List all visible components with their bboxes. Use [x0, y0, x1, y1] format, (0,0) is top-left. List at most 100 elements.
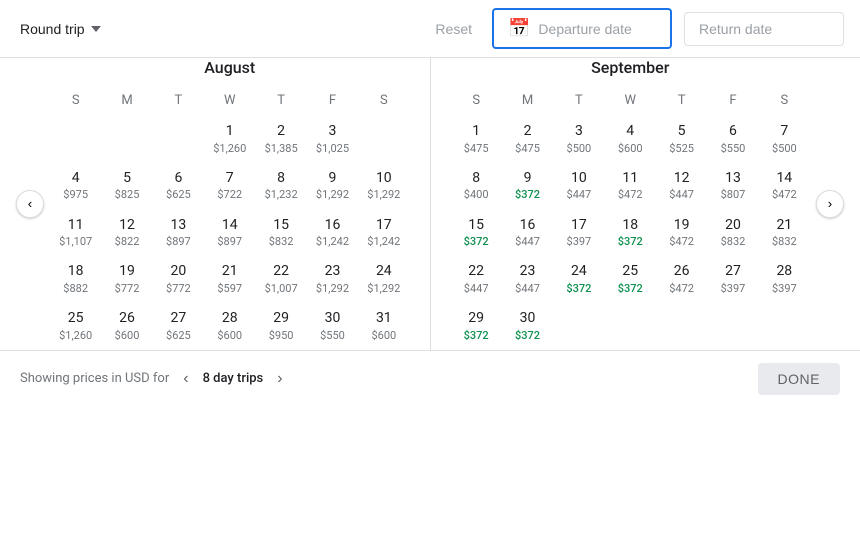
day-cell[interactable]: 16$1,242 [307, 210, 358, 255]
day-price: $400 [464, 188, 489, 201]
day-price: $1,242 [367, 235, 400, 248]
day-cell[interactable]: 14$472 [759, 163, 810, 208]
day-cell[interactable]: 22$1,007 [255, 256, 306, 301]
day-number: 6 [174, 169, 182, 189]
return-date-button[interactable]: Return date [684, 12, 844, 46]
day-cell[interactable]: 30$550 [307, 303, 358, 348]
day-cell[interactable]: 12$822 [101, 210, 152, 255]
prev-month-button[interactable]: ‹ [16, 190, 44, 218]
day-cell[interactable]: 26$472 [656, 256, 707, 301]
day-cell[interactable]: 23$1,292 [307, 256, 358, 301]
day-cell[interactable]: 5$825 [101, 163, 152, 208]
day-cell[interactable]: 10$447 [553, 163, 604, 208]
prev-duration-button[interactable]: ‹ [177, 368, 194, 390]
september-grid: SMTWTFS 1$4752$4753$5004$6005$5256$5507$… [451, 89, 811, 348]
day-price: $825 [115, 188, 140, 201]
day-cell[interactable]: 30$372 [502, 303, 553, 348]
day-cell[interactable]: 2$475 [502, 116, 553, 161]
day-number: 9 [329, 169, 337, 189]
day-cell[interactable]: 19$772 [101, 256, 152, 301]
day-cell[interactable]: 23$447 [502, 256, 553, 301]
day-number: 16 [325, 216, 341, 236]
day-cell[interactable]: 21$597 [204, 256, 255, 301]
day-cell [358, 116, 409, 161]
day-number: 10 [571, 169, 587, 189]
day-price: $475 [515, 142, 540, 155]
day-cell[interactable]: 11$472 [605, 163, 656, 208]
day-cell[interactable]: 3$500 [553, 116, 604, 161]
return-date-label: Return date [699, 21, 772, 37]
day-price: $372 [515, 329, 540, 342]
day-cell[interactable]: 28$600 [204, 303, 255, 348]
day-price: $600 [618, 142, 643, 155]
day-cell[interactable]: 4$600 [605, 116, 656, 161]
day-cell[interactable]: 3$1,025 [307, 116, 358, 161]
september-calendar: September SMTWTFS 1$4752$4753$5004$6005$… [431, 58, 831, 350]
day-cell[interactable]: 14$897 [204, 210, 255, 255]
day-number: 3 [575, 122, 583, 142]
day-cell[interactable]: 18$372 [605, 210, 656, 255]
departure-date-button[interactable]: 📅 Departure date [492, 8, 672, 49]
day-cell[interactable]: 25$372 [605, 256, 656, 301]
day-cell[interactable]: 15$372 [451, 210, 502, 255]
day-cell[interactable]: 13$897 [153, 210, 204, 255]
day-cell[interactable]: 13$807 [707, 163, 758, 208]
day-number: 21 [222, 262, 238, 282]
day-price: $397 [567, 235, 592, 248]
day-price: $625 [166, 188, 191, 201]
day-number: 19 [674, 216, 690, 236]
day-cell[interactable]: 24$372 [553, 256, 604, 301]
day-cell[interactable]: 9$1,292 [307, 163, 358, 208]
day-cell[interactable]: 2$1,385 [255, 116, 306, 161]
day-cell[interactable]: 12$447 [656, 163, 707, 208]
day-cell[interactable]: 7$500 [759, 116, 810, 161]
day-cell[interactable]: 28$397 [759, 256, 810, 301]
day-cell[interactable]: 4$975 [50, 163, 101, 208]
day-cell[interactable]: 15$832 [255, 210, 306, 255]
day-number: 26 [674, 262, 690, 282]
next-duration-button[interactable]: › [271, 368, 288, 390]
day-cell[interactable]: 27$625 [153, 303, 204, 348]
day-cell[interactable]: 1$1,260 [204, 116, 255, 161]
day-price: $397 [772, 282, 797, 295]
day-cell[interactable]: 16$447 [502, 210, 553, 255]
day-cell[interactable]: 27$397 [707, 256, 758, 301]
day-price: $625 [166, 329, 191, 342]
day-number: 5 [123, 169, 131, 189]
day-cell[interactable]: 8$1,232 [255, 163, 306, 208]
day-cell[interactable]: 7$722 [204, 163, 255, 208]
day-cell[interactable]: 18$882 [50, 256, 101, 301]
day-cell[interactable]: 11$1,107 [50, 210, 101, 255]
day-cell [101, 116, 152, 161]
day-cell[interactable]: 8$400 [451, 163, 502, 208]
day-cell[interactable]: 25$1,260 [50, 303, 101, 348]
day-cell[interactable]: 20$772 [153, 256, 204, 301]
day-cell[interactable]: 22$447 [451, 256, 502, 301]
day-cell[interactable]: 5$525 [656, 116, 707, 161]
day-cell[interactable]: 17$397 [553, 210, 604, 255]
day-cell[interactable]: 29$372 [451, 303, 502, 348]
day-cell[interactable]: 17$1,242 [358, 210, 409, 255]
day-cell[interactable]: 31$600 [358, 303, 409, 348]
day-price: $372 [464, 329, 489, 342]
round-trip-button[interactable]: Round trip [16, 13, 105, 45]
day-price: $1,292 [367, 188, 400, 201]
done-button[interactable]: DONE [758, 363, 840, 395]
day-cell[interactable]: 19$472 [656, 210, 707, 255]
day-cell[interactable]: 26$600 [101, 303, 152, 348]
august-day-headers: SMTWTFS [50, 89, 410, 112]
day-cell[interactable]: 9$372 [502, 163, 553, 208]
reset-button[interactable]: Reset [427, 13, 480, 45]
next-month-button[interactable]: › [816, 190, 844, 218]
day-cell[interactable]: 29$950 [255, 303, 306, 348]
day-cell[interactable]: 6$625 [153, 163, 204, 208]
day-cell[interactable]: 10$1,292 [358, 163, 409, 208]
day-cell[interactable]: 6$550 [707, 116, 758, 161]
day-cell[interactable]: 20$832 [707, 210, 758, 255]
week-row: 22$44723$44724$37225$37226$47227$39728$3… [451, 256, 811, 301]
day-price: $447 [464, 282, 489, 295]
day-number: 24 [376, 262, 392, 282]
day-cell[interactable]: 1$475 [451, 116, 502, 161]
day-cell[interactable]: 24$1,292 [358, 256, 409, 301]
day-cell[interactable]: 21$832 [759, 210, 810, 255]
